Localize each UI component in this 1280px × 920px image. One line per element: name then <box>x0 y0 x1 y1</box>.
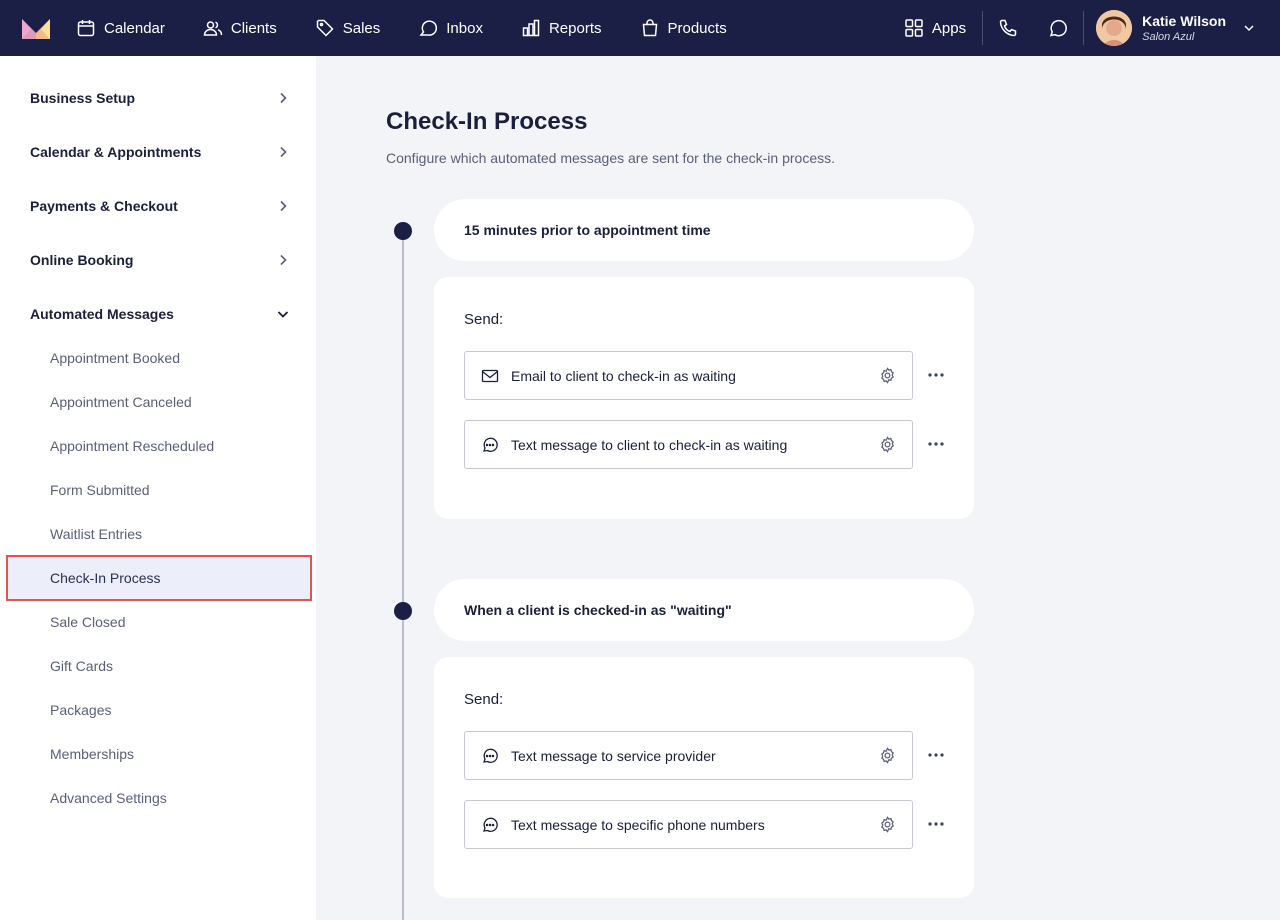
sidebar-section-payments-checkout[interactable]: Payments & Checkout <box>30 194 290 218</box>
phone-button[interactable] <box>983 0 1033 56</box>
messages-button[interactable] <box>1033 0 1083 56</box>
message-text-service-provider[interactable]: Text message to service provider <box>464 731 913 780</box>
section-label: Payments & Checkout <box>30 198 178 214</box>
nav-label: Calendar <box>104 19 165 37</box>
message-email-client-check-in[interactable]: Email to client to check-in as waiting <box>464 351 913 400</box>
gear-icon[interactable] <box>879 367 896 384</box>
bar-chart-icon <box>522 19 540 37</box>
message-label: Text message to service provider <box>511 747 716 764</box>
chevron-right-icon <box>280 92 287 104</box>
nav-products[interactable]: Products <box>640 0 727 56</box>
nav-label: Products <box>667 19 727 37</box>
trigger-header: When a client is checked-in as "waiting" <box>434 579 974 641</box>
nav-reports[interactable]: Reports <box>521 0 602 56</box>
message-label: Text message to client to check-in as wa… <box>511 436 788 453</box>
chat-icon <box>483 437 498 452</box>
sidebar-item-appointment-booked[interactable]: Appointment Booked <box>50 350 180 366</box>
sidebar-item-check-in-process[interactable]: Check-In Process <box>6 555 312 601</box>
sidebar-item-form-submitted[interactable]: Form Submitted <box>50 482 150 498</box>
grid-icon <box>905 19 923 37</box>
nav-label: Reports <box>548 19 602 37</box>
section-label: Calendar & Appointments <box>30 144 202 160</box>
page-title: Check-In Process <box>386 108 588 135</box>
sidebar-item-memberships[interactable]: Memberships <box>50 746 134 762</box>
section-label: Online Booking <box>30 252 134 268</box>
users-icon <box>203 21 223 36</box>
sidebar-section-calendar-appointments[interactable]: Calendar & Appointments <box>30 140 290 164</box>
chat-icon <box>483 748 498 763</box>
more-horizontal-icon <box>928 442 944 446</box>
sidebar-item-appointment-canceled[interactable]: Appointment Canceled <box>50 394 192 410</box>
more-options-button[interactable] <box>926 434 946 454</box>
gear-icon[interactable] <box>879 747 896 764</box>
bag-icon <box>642 19 657 37</box>
send-label: Send: <box>464 691 504 708</box>
send-card: Send: Email to client to check-in as wai… <box>434 277 974 519</box>
phone-icon <box>999 19 1017 37</box>
more-horizontal-icon <box>928 822 944 826</box>
email-icon <box>481 369 499 382</box>
apps-button[interactable]: Apps <box>904 18 982 38</box>
more-options-button[interactable] <box>926 365 946 385</box>
top-navigation: Calendar Clients Sales Inbox Reports Pro… <box>0 0 1280 56</box>
main-content: Check-In Process Configure which automat… <box>316 56 1280 920</box>
more-horizontal-icon <box>928 373 944 377</box>
nav-inbox[interactable]: Inbox <box>418 0 483 56</box>
calendar-icon <box>77 20 95 37</box>
nav-label: Inbox <box>446 19 483 37</box>
message-label: Email to client to check-in as waiting <box>511 367 736 384</box>
inbox-icon <box>419 20 438 36</box>
user-business: Salon Azul <box>1142 31 1195 43</box>
sidebar-item-advanced-settings[interactable]: Advanced Settings <box>50 790 167 806</box>
more-options-button[interactable] <box>926 745 946 765</box>
brand-logo[interactable] <box>22 17 50 39</box>
chevron-down-icon <box>277 311 289 318</box>
trigger-header: 15 minutes prior to appointment time <box>434 199 974 261</box>
sidebar-section-online-booking[interactable]: Online Booking <box>30 248 290 272</box>
user-menu[interactable]: Katie Wilson Salon Azul <box>1084 0 1280 56</box>
nav-sales[interactable]: Sales <box>315 0 381 56</box>
gear-icon[interactable] <box>879 436 896 453</box>
sidebar-section-business-setup[interactable]: Business Setup <box>30 86 290 110</box>
chevron-down-icon <box>1244 25 1254 32</box>
more-options-button[interactable] <box>926 814 946 834</box>
sidebar-item-appointment-rescheduled[interactable]: Appointment Rescheduled <box>50 438 214 454</box>
trigger-label: When a client is checked-in as "waiting" <box>464 602 732 618</box>
section-label: Automated Messages <box>30 306 174 322</box>
page-description: Configure which automated messages are s… <box>386 150 836 166</box>
timeline-dot <box>394 602 412 620</box>
sidebar-item-label: Check-In Process <box>50 570 161 586</box>
nav-label: Clients <box>230 19 277 37</box>
user-name: Katie Wilson <box>1142 13 1226 29</box>
sidebar-section-automated-messages[interactable]: Automated Messages <box>30 302 290 326</box>
nav-label: Sales <box>342 19 381 37</box>
section-label: Business Setup <box>30 90 136 106</box>
apps-label: Apps <box>931 19 967 37</box>
chat-icon <box>483 817 498 832</box>
nav-clients[interactable]: Clients <box>203 0 277 56</box>
chat-bubble-icon <box>1049 19 1068 37</box>
send-label: Send: <box>464 311 504 328</box>
gear-icon[interactable] <box>879 816 896 833</box>
timeline-line <box>402 231 404 920</box>
sidebar-item-sale-closed[interactable]: Sale Closed <box>50 614 126 630</box>
settings-sidebar: Business Setup Calendar & Appointments P… <box>0 56 316 920</box>
tag-icon <box>316 19 334 37</box>
trigger-label: 15 minutes prior to appointment time <box>464 222 711 238</box>
nav-calendar[interactable]: Calendar <box>76 0 165 56</box>
message-text-specific-numbers[interactable]: Text message to specific phone numbers <box>464 800 913 849</box>
timeline-dot <box>394 222 412 240</box>
chevron-right-icon <box>280 200 287 212</box>
chevron-right-icon <box>280 146 287 158</box>
sidebar-item-gift-cards[interactable]: Gift Cards <box>50 658 113 674</box>
sidebar-item-waitlist-entries[interactable]: Waitlist Entries <box>50 526 142 542</box>
sidebar-item-packages[interactable]: Packages <box>50 702 111 718</box>
message-label: Text message to specific phone numbers <box>511 816 765 833</box>
more-horizontal-icon <box>928 753 944 757</box>
send-card: Send: Text message to service provider T… <box>434 657 974 898</box>
message-text-client-check-in[interactable]: Text message to client to check-in as wa… <box>464 420 913 469</box>
chevron-right-icon <box>280 254 287 266</box>
avatar <box>1096 10 1133 46</box>
